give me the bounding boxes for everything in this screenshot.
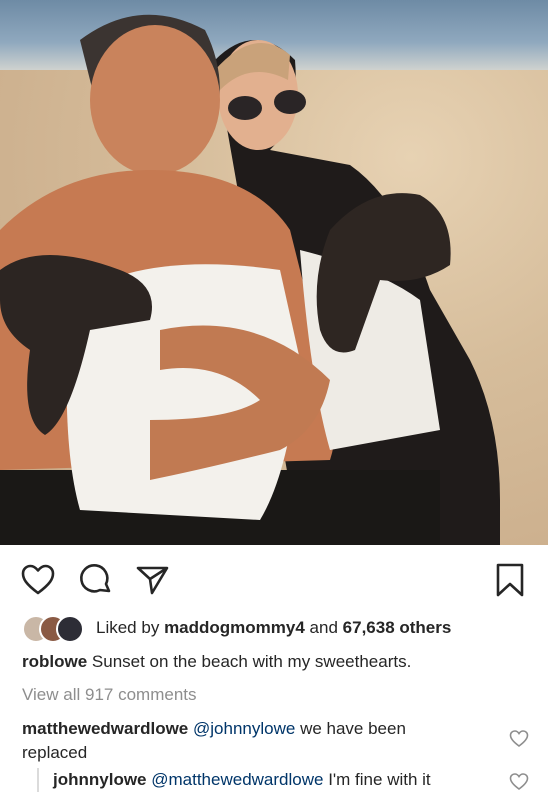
likes-count[interactable]: 67,638 others <box>343 618 452 637</box>
view-all-comments-link[interactable]: View all 917 comments <box>22 685 197 705</box>
reply-like-heart-icon[interactable] <box>509 772 529 792</box>
people-with-puppies <box>0 14 500 545</box>
comment-like-heart-icon[interactable] <box>509 729 529 749</box>
instagram-post: Liked by maddogmommy4 and 67,638 others … <box>0 0 548 800</box>
liker-avatars <box>22 615 90 643</box>
post-photo[interactable] <box>0 0 548 545</box>
comment-text: I'm fine with it <box>328 770 431 789</box>
liker-username[interactable]: maddogmommy4 <box>164 618 305 637</box>
comment-username[interactable]: johnnylowe <box>53 770 147 789</box>
caption-username[interactable]: roblowe <box>22 652 87 671</box>
comment-mention[interactable]: @johnnylowe <box>193 719 295 738</box>
comment-reply: johnnylowe @matthewedwardlowe I'm fine w… <box>37 768 431 792</box>
action-bar <box>0 552 548 608</box>
post-caption: roblowe Sunset on the beach with my swee… <box>22 652 411 672</box>
likes-row[interactable]: Liked by maddogmommy4 and 67,638 others <box>22 614 452 643</box>
likes-text: Liked by maddogmommy4 and 67,638 others <box>96 618 452 637</box>
caption-text: Sunset on the beach with my sweethearts. <box>91 652 412 671</box>
heart-icon[interactable] <box>20 562 56 598</box>
comment-icon[interactable] <box>78 562 114 598</box>
share-icon[interactable] <box>134 562 170 598</box>
avatar <box>56 615 84 643</box>
comment-mention[interactable]: @matthewedwardlowe <box>151 770 323 789</box>
comment: matthewedwardlowe @johnnylowe we have be… <box>22 717 472 765</box>
comment-username[interactable]: matthewedwardlowe <box>22 719 188 738</box>
bookmark-icon[interactable] <box>492 562 528 598</box>
